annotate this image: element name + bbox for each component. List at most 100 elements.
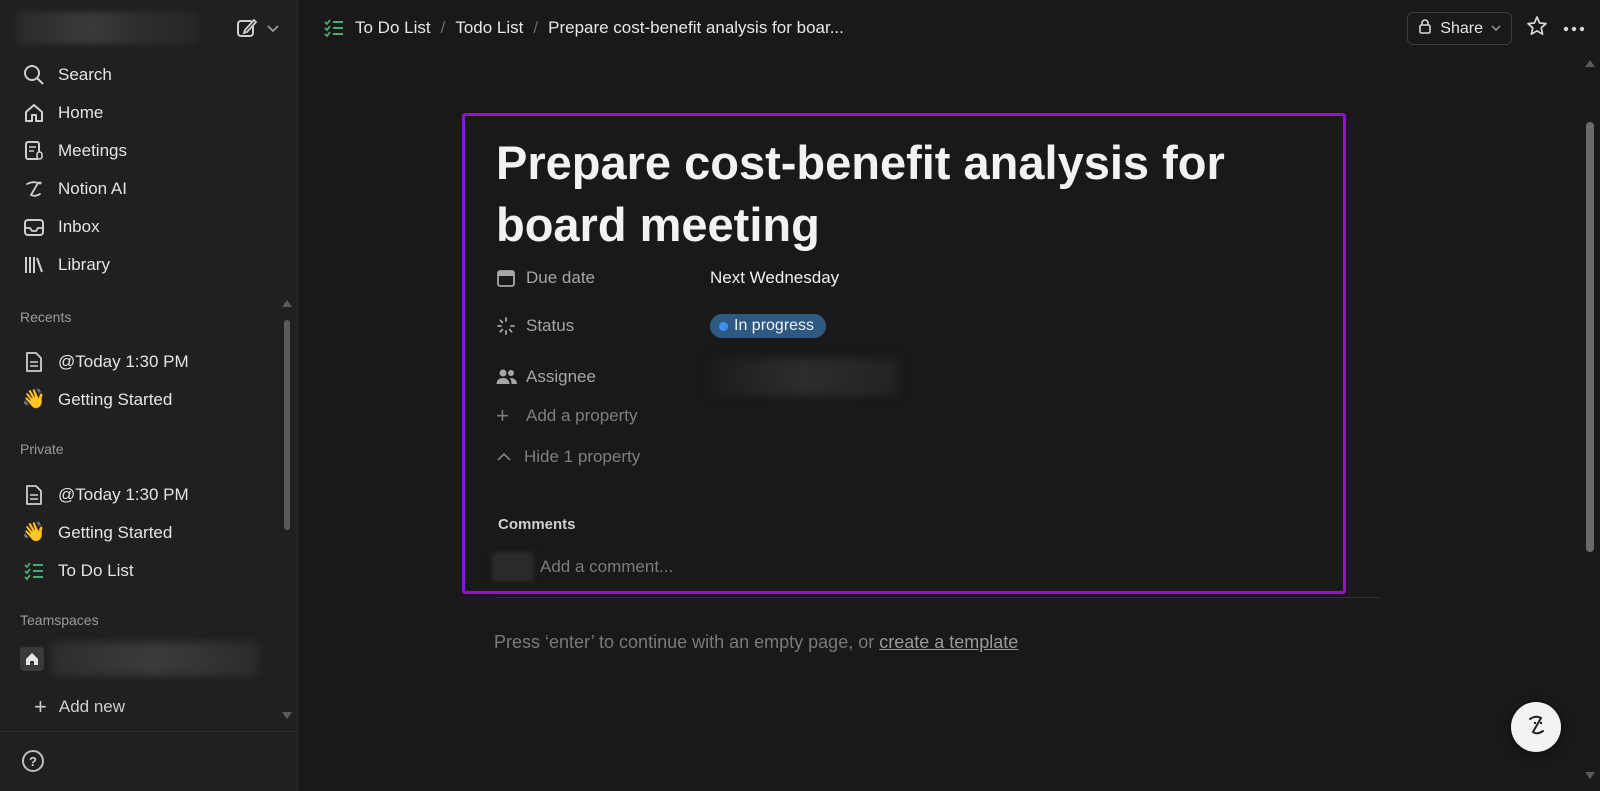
assignee-value-redacted[interactable] (710, 358, 898, 396)
hide-property-button[interactable]: Hide 1 property (496, 447, 640, 467)
lock-icon (1418, 18, 1432, 39)
status-spinner-icon (496, 316, 518, 336)
private-item-label: To Do List (58, 561, 134, 580)
breadcrumb-item-current-page[interactable]: Prepare cost-benefit analysis for boar..… (548, 18, 844, 38)
sidebar-nav: Search Home Meetings Notion AI Inbox Lib… (12, 56, 284, 284)
property-value-due-date[interactable]: Next Wednesday (710, 268, 839, 288)
breadcrumb-item-todo-list-db[interactable]: Todo List (455, 18, 523, 38)
breadcrumb-separator: / (440, 18, 446, 37)
scroll-down-arrow-icon[interactable] (1585, 772, 1595, 779)
sidebar-item-label: Inbox (58, 217, 100, 236)
scroll-up-arrow-icon[interactable] (282, 300, 292, 307)
new-page-icon[interactable] (236, 17, 258, 39)
teamspaces-section-label: Teamspaces (20, 612, 99, 628)
share-button[interactable]: Share (1407, 12, 1512, 45)
help-icon[interactable]: ? (22, 750, 44, 772)
sidebar-item-notion-ai[interactable]: Notion AI (12, 170, 284, 208)
sidebar-item-library[interactable]: Library (12, 246, 284, 284)
sidebar-item-label: Library (58, 255, 110, 274)
private-section-label: Private (20, 441, 64, 457)
topbar-actions: Share (1407, 12, 1586, 45)
sidebar: Search Home Meetings Notion AI Inbox Lib… (0, 0, 298, 791)
checklist-icon (22, 559, 46, 583)
divider (496, 597, 1380, 598)
status-dot-icon (719, 321, 728, 331)
property-name: Assignee (526, 367, 596, 386)
scroll-up-arrow-icon[interactable] (1585, 60, 1595, 67)
notion-ai-face-icon (1521, 710, 1551, 745)
favorite-star-icon[interactable] (1526, 15, 1548, 42)
meetings-icon (22, 139, 46, 163)
sidebar-item-label: Search (58, 65, 112, 84)
recent-item-today[interactable]: @Today 1:30 PM (12, 343, 274, 381)
hint-text: Press ‘enter’ to continue with an empty … (494, 632, 880, 652)
sidebar-scrollbar[interactable] (282, 300, 292, 720)
comment-input-row[interactable]: Add a comment... (492, 552, 673, 582)
plus-icon: + (496, 403, 509, 428)
scroll-down-arrow-icon[interactable] (282, 712, 292, 719)
property-due-date[interactable]: Due date Next Wednesday (496, 268, 839, 288)
search-icon (22, 63, 46, 87)
property-assignee[interactable]: Assignee (496, 358, 898, 396)
private-item-getting-started[interactable]: 👋 Getting Started (12, 514, 274, 552)
notion-ai-button[interactable] (1511, 702, 1561, 752)
create-template-link[interactable]: create a template (879, 632, 1018, 652)
recent-item-getting-started[interactable]: 👋 Getting Started (12, 381, 274, 419)
calendar-icon (496, 268, 518, 288)
page-icon (22, 350, 46, 374)
private-item-todo-list[interactable]: To Do List (12, 552, 274, 590)
page-title[interactable]: Prepare cost-benefit analysis for board … (496, 132, 1316, 256)
property-status[interactable]: Status In progress (496, 314, 827, 338)
sidebar-item-meetings[interactable]: Meetings (12, 132, 284, 170)
sidebar-item-label: Home (58, 103, 104, 122)
recent-item-label: Getting Started (58, 390, 173, 409)
breadcrumb-item-todo-list[interactable]: To Do List (355, 18, 431, 38)
chevron-down-icon[interactable] (266, 21, 280, 35)
waving-hand-icon: 👋 (22, 389, 46, 410)
add-new-label: Add new (58, 697, 126, 716)
sidebar-item-inbox[interactable]: Inbox (12, 208, 284, 246)
teamspace-home-icon (20, 647, 44, 671)
main-scrollbar[interactable] (1584, 60, 1596, 780)
more-options-icon[interactable] (1562, 20, 1586, 38)
private-item-label: Getting Started (58, 523, 173, 542)
property-name: Status (526, 316, 575, 335)
sidebar-scroll-thumb[interactable] (284, 320, 290, 530)
breadcrumb-separator: / (533, 18, 539, 37)
checklist-icon (323, 17, 345, 39)
avatar (492, 552, 534, 582)
status-badge[interactable]: In progress (710, 314, 827, 338)
home-icon (22, 101, 46, 125)
sidebar-footer: ? (0, 731, 298, 791)
page-icon (22, 483, 46, 507)
teamspace-item[interactable] (20, 642, 258, 676)
recents-section-label: Recents (20, 309, 72, 325)
chevron-up-icon (496, 447, 516, 467)
chevron-down-icon (1491, 20, 1501, 38)
library-icon (22, 253, 46, 277)
workspace-name-redacted[interactable] (16, 12, 198, 44)
status-badge-label: In progress (734, 317, 815, 334)
add-property-label: Add a property (526, 406, 638, 425)
private-item-today[interactable]: @Today 1:30 PM (12, 476, 274, 514)
sidebar-item-home[interactable]: Home (12, 94, 284, 132)
sidebar-item-label: Notion AI (58, 179, 127, 198)
empty-page-hint: Press ‘enter’ to continue with an empty … (494, 632, 1018, 653)
hide-property-label: Hide 1 property (524, 447, 641, 466)
comment-input[interactable]: Add a comment... (540, 557, 673, 577)
plus-icon: + (34, 694, 47, 719)
waving-hand-icon: 👋 (22, 522, 46, 543)
breadcrumb: To Do List / Todo List / Prepare cost-be… (323, 17, 844, 39)
main-scroll-thumb[interactable] (1586, 122, 1594, 552)
sidebar-item-search[interactable]: Search (12, 56, 284, 94)
workspace-switcher[interactable] (16, 12, 286, 44)
add-new-button[interactable]: + Add new (34, 696, 125, 718)
sidebar-item-label: Meetings (58, 141, 127, 160)
private-list: @Today 1:30 PM 👋 Getting Started To Do L… (12, 476, 274, 590)
recent-item-label: @Today 1:30 PM (58, 352, 189, 371)
topbar: To Do List / Todo List / Prepare cost-be… (299, 0, 1600, 56)
share-label: Share (1440, 19, 1483, 37)
people-icon (496, 368, 518, 386)
property-name: Due date (526, 268, 595, 287)
add-property-button[interactable]: + Add a property (496, 405, 638, 427)
